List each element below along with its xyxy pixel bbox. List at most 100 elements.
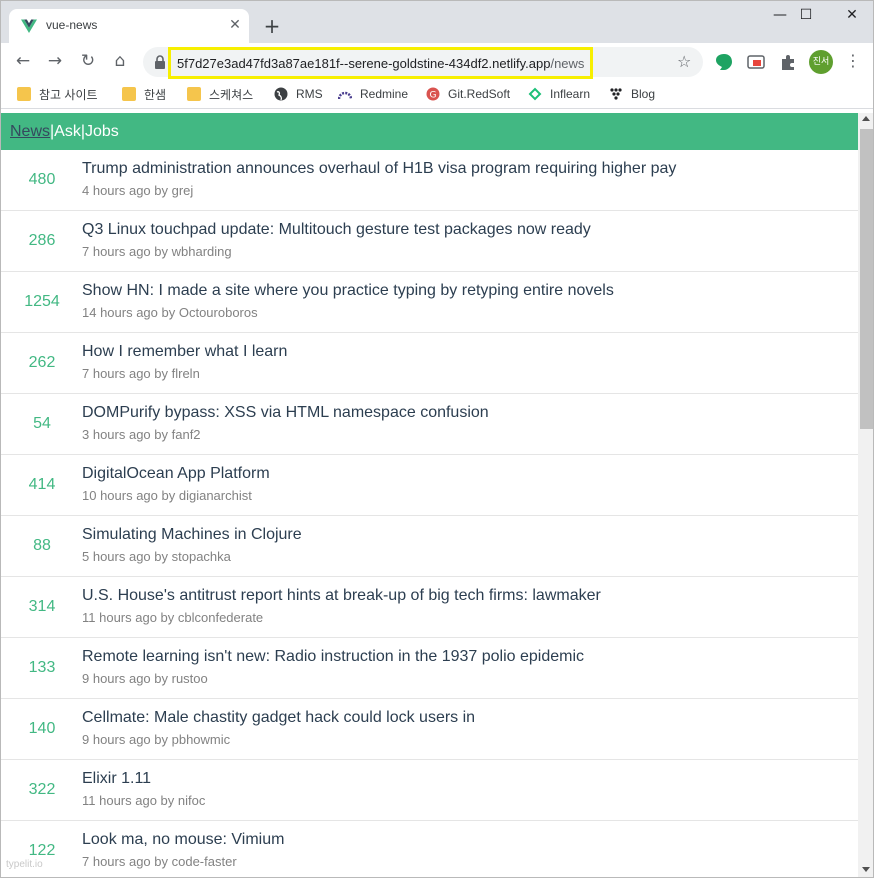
item-points: 140 [28,720,56,737]
bookmark-item[interactable]: 스케쳐스 [187,85,253,103]
globe-icon [274,87,288,101]
folder-icon [122,87,136,101]
item-points: 314 [28,598,56,615]
cast-extension-icon[interactable] [747,53,765,71]
item-points: 414 [28,476,56,493]
item-meta: 9 hours ago by pbhowmic [82,732,231,747]
item-title-link[interactable]: U.S. House's antitrust report hints at b… [82,587,601,605]
bookmark-star-icon[interactable]: ☆ [677,52,691,71]
site-nav: News | Ask | Jobs [1,113,858,150]
item-meta: 3 hours ago by fanf2 [82,427,201,442]
item-title-link[interactable]: Show HN: I made a site where you practic… [82,282,614,300]
bookmark-label: 참고 사이트 [39,87,98,102]
url-text[interactable]: 5f7d27e3ad47fd3a87ae181f--serene-goldsti… [168,47,594,79]
kebab-menu-icon[interactable]: ⋮ [845,51,861,71]
nav-ask-link[interactable]: Ask [54,123,81,141]
item-meta: 5 hours ago by stopachka [82,549,231,564]
bookmark-label: 한샘 [144,87,167,102]
item-points: 262 [28,354,56,371]
item-meta: 11 hours ago by cblconfederate [82,610,264,625]
item-meta: 9 hours ago by rustoo [82,671,208,686]
home-icon[interactable]: ⌂ [108,49,132,73]
nav-jobs-link[interactable]: Jobs [85,123,119,141]
item-title-link[interactable]: Trump administration announces overhaul … [82,160,676,178]
item-title-link[interactable]: Simulating Machines in Clojure [82,526,302,544]
bookmark-item[interactable]: Blog [609,85,655,103]
item-points: 322 [28,781,56,798]
list-item: 262 How I remember what I learn 7 hours … [1,333,858,394]
tab-close-icon[interactable]: ✕ [226,16,244,34]
item-points: 54 [33,415,51,432]
tab-vue-news[interactable]: vue-news ✕ [9,9,249,43]
list-item: 314 U.S. House's antitrust report hints … [1,577,858,638]
item-title-link[interactable]: How I remember what I learn [82,343,287,361]
svg-text:G: G [430,91,437,101]
new-tab-button[interactable]: + [261,15,283,37]
scroll-up-arrow-icon[interactable] [862,116,870,121]
nav-news-link[interactable]: News [10,123,50,141]
bookmark-label: RMS [296,87,323,101]
item-title-link[interactable]: Look ma, no mouse: Vimium [82,831,284,849]
bookmark-item[interactable]: Redmine [338,85,408,103]
page-viewport: News | Ask | Jobs 480 Trump administrati… [1,113,873,877]
blog-icon [610,88,622,100]
item-title-link[interactable]: Cellmate: Male chastity gadget hack coul… [82,709,475,727]
bookmark-label: Git.RedSoft [448,87,511,101]
maximize-button[interactable]: ☐ [783,7,829,27]
url-path: /news [550,55,585,71]
bookmark-item[interactable]: Inflearn [528,85,590,103]
address-bar[interactable]: 5f7d27e3ad47fd3a87ae181f--serene-goldsti… [143,47,703,79]
redmine-icon [338,91,352,100]
item-title-link[interactable]: Q3 Linux touchpad update: Multitouch ges… [82,221,591,239]
inflearn-icon [528,87,542,101]
list-item: 140 Cellmate: Male chastity gadget hack … [1,699,858,760]
close-window-button[interactable]: ✕ [829,7,873,27]
lock-icon [155,55,165,69]
bookmark-item[interactable]: 한샘 [122,85,166,103]
item-title-link[interactable]: DOMPurify bypass: XSS via HTML namespace… [82,404,489,422]
tab-strip: vue-news ✕ + — ☐ ✕ [1,1,873,43]
watermark: typelit.io [6,859,43,870]
list-item: 480 Trump administration announces overh… [1,150,858,211]
list-item: 122 Look ma, no mouse: Vimium 7 hours ag… [1,821,858,877]
bookmark-label: Inflearn [550,87,591,101]
item-points: 1254 [24,293,60,310]
list-item: 322 Elixir 1.11 11 hours ago by nifoc [1,760,858,821]
item-points: 480 [28,171,56,188]
list-item: 1254 Show HN: I made a site where you pr… [1,272,858,333]
item-meta: 10 hours ago by digianarchist [82,488,252,503]
bookmark-item[interactable]: G Git.RedSoft [426,85,510,103]
browser-window: vue-news ✕ + — ☐ ✕ ← → ↻ ⌂ 5f7d27e3ad47f… [0,0,874,878]
item-title-link[interactable]: DigitalOcean App Platform [82,465,270,483]
bookmark-label: Blog [631,87,656,101]
extensions-puzzle-icon[interactable] [779,53,797,71]
scrollbar-thumb[interactable] [860,129,873,429]
tab-title: vue-news [46,18,98,32]
item-title-link[interactable]: Remote learning isn't new: Radio instruc… [82,648,584,666]
forward-arrow-icon[interactable]: → [43,49,67,73]
scroll-down-arrow-icon[interactable] [862,867,870,872]
vertical-scrollbar[interactable] [858,113,873,877]
item-meta: 7 hours ago by wbharding [82,244,232,259]
item-meta: 7 hours ago by code-faster [82,854,237,869]
item-points: 286 [28,232,56,249]
profile-avatar[interactable]: 진서 [809,50,833,74]
list-item: 54 DOMPurify bypass: XSS via HTML namesp… [1,394,858,455]
bookmark-item[interactable]: 참고 사이트 [17,85,98,103]
item-meta: 4 hours ago by grej [82,183,194,198]
reload-icon[interactable]: ↻ [76,49,100,73]
list-item: 133 Remote learning isn't new: Radio ins… [1,638,858,699]
bookmark-item[interactable]: RMS [274,85,323,103]
browser-toolbar: ← → ↻ ⌂ 5f7d27e3ad47fd3a87ae181f--serene… [1,43,873,79]
item-meta: 14 hours ago by Octouroboros [82,305,258,320]
green-leaf-extension-icon[interactable] [715,53,733,71]
item-points: 133 [28,659,56,676]
gitlab-icon: G [426,87,440,101]
news-list: 480 Trump administration announces overh… [1,150,858,877]
back-arrow-icon[interactable]: ← [11,49,35,73]
folder-icon [187,87,201,101]
item-title-link[interactable]: Elixir 1.11 [82,770,151,788]
bookmarks-bar: 참고 사이트 한샘 스케쳐스 RMS Redmine G Git.RedSoft… [1,79,873,109]
list-item: 414 DigitalOcean App Platform 10 hours a… [1,455,858,516]
vue-logo-icon [21,19,37,33]
